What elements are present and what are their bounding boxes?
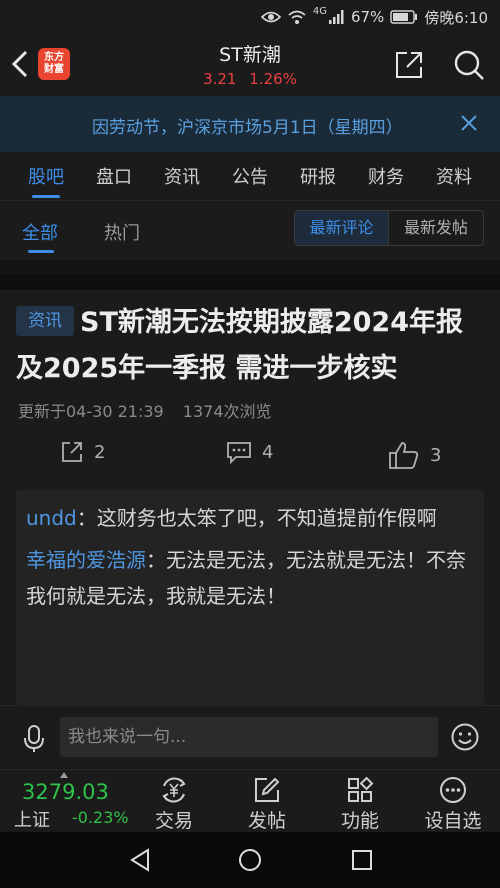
back-button[interactable] (8, 48, 32, 80)
like-count: 3 (430, 444, 442, 466)
trade-label: 交易 (154, 810, 193, 832)
emoji-button[interactable] (450, 722, 480, 752)
post-card[interactable]: ST新潮无法按期披露2024年报及2025年一季报 需进一步核实 资讯 更新于0… (0, 290, 500, 705)
tab-pankou[interactable]: 盘口 (80, 152, 148, 200)
new-post-label: 发帖 (247, 810, 286, 832)
comment-user[interactable]: undd (26, 506, 77, 530)
stock-quote: 3.21 1.26% (150, 70, 350, 88)
add-watchlist-label: 设自选 (424, 810, 482, 832)
share-action[interactable]: 2 (60, 440, 105, 464)
eye-icon (260, 10, 281, 24)
battery-percent: 67% (350, 8, 385, 26)
network-type: 4G (312, 6, 327, 17)
like-action[interactable]: 3 (388, 440, 441, 470)
back-arrow-icon (11, 50, 28, 78)
stock-name: ST新潮 (219, 44, 281, 66)
tab-finance[interactable]: 财务 (352, 152, 420, 200)
post-title[interactable]: ST新潮无法按期披露2024年报及2025年一季报 需进一步核实 (16, 300, 484, 392)
comment-input-bar (0, 705, 500, 769)
index-change: -0.23% (72, 808, 129, 827)
trade-button[interactable]: 交易 (139, 776, 209, 833)
clock: 傍晚6:10 (424, 8, 488, 27)
post-tag: 资讯 (16, 306, 74, 336)
comment-item[interactable]: undd：这财务也太笨了吧，不知道提前作假啊 (26, 500, 474, 536)
comment-icon (227, 442, 251, 464)
post-meta: 更新于04-30 21:39 1374次浏览 (18, 398, 286, 422)
stock-change-pct: 1.26% (249, 70, 297, 88)
nav-recents-button[interactable] (350, 848, 374, 872)
sort-latest-post-button[interactable]: 最新发帖 (389, 211, 483, 245)
tab-news[interactable]: 资讯 (148, 152, 216, 200)
holiday-notice[interactable]: 因劳动节，沪深京市场5月1日（星期四） (0, 96, 500, 152)
functions-label: 功能 (340, 810, 379, 832)
comment-user[interactable]: 幸福的爱浩源 (26, 548, 146, 572)
bottom-toolbar: 3279.03 上证 -0.23% 交易 发帖 功能 设自选 (0, 769, 500, 832)
status-bar: 4G 67% 傍晚6:10 (0, 0, 500, 34)
comment-action[interactable]: 4 (226, 440, 273, 464)
tab-profile[interactable]: 资料 (420, 152, 488, 200)
system-nav-bar (0, 832, 500, 888)
square-recents-icon (352, 850, 372, 870)
comment-text: ：这财务也太笨了吧，不知道提前作假啊 (76, 506, 437, 530)
caret-up-icon (60, 772, 68, 778)
subtab-all[interactable]: 全部 (22, 219, 58, 245)
tab-research[interactable]: 研报 (284, 152, 352, 200)
post-actions: 2 4 3 (0, 440, 500, 470)
comment-input[interactable] (60, 717, 438, 757)
microphone-icon (24, 725, 44, 752)
index-name: 上证 (14, 810, 50, 831)
comment-item[interactable]: 幸福的爱浩源：无法是无法，无法就是无法！不奈我何就是无法，我就是无法！ (26, 542, 474, 614)
subtab-indicator (28, 250, 54, 253)
search-icon (454, 50, 484, 80)
circle-home-icon (239, 849, 261, 871)
share-icon (62, 442, 82, 462)
post-views: 1374次浏览 (182, 402, 272, 421)
triangle-back-icon (130, 848, 149, 872)
comment-count: 4 (262, 441, 274, 463)
stock-price: 3.21 (203, 70, 237, 88)
thumbs-up-icon (389, 442, 419, 469)
tab-announcements[interactable]: 公告 (216, 152, 284, 200)
stock-header: 东方 财富 ST新潮 3.21 1.26% (0, 34, 500, 96)
share-count: 2 (94, 441, 106, 463)
add-watchlist-button[interactable]: 设自选 (418, 776, 488, 833)
yen-exchange-icon (162, 777, 186, 803)
app-logo: 东方 财富 (38, 48, 70, 80)
search-button[interactable] (452, 48, 486, 82)
share-button[interactable] (394, 50, 424, 80)
comment-preview: undd：这财务也太笨了吧，不知道提前作假啊 幸福的爱浩源：无法是无法，无法就是… (16, 490, 484, 705)
functions-button[interactable]: 功能 (325, 776, 395, 833)
wifi-icon (287, 9, 307, 25)
index-value: 3279.03 (22, 780, 109, 804)
post-updated-time: 更新于04-30 21:39 (18, 402, 164, 421)
close-icon (461, 115, 477, 131)
main-tabs: 股吧 盘口 资讯 公告 研报 财务 资料 (0, 152, 500, 200)
notice-text: 因劳动节，沪深京市场5月1日（星期四） (92, 118, 403, 138)
sort-toggle: 最新评论 最新发帖 (294, 210, 484, 246)
more-circle-icon (440, 777, 466, 803)
grid-icon (348, 776, 374, 802)
sort-latest-comment-button[interactable]: 最新评论 (295, 211, 389, 245)
battery-icon (390, 10, 418, 24)
nav-back-button[interactable] (128, 848, 152, 872)
edit-icon (255, 777, 280, 802)
signal-icon (328, 10, 345, 24)
nav-home-button[interactable] (238, 848, 262, 872)
divider (0, 274, 500, 290)
share-icon (396, 52, 422, 78)
voice-input-button[interactable] (22, 724, 46, 754)
emoji-icon (451, 723, 479, 751)
new-post-button[interactable]: 发帖 (232, 776, 302, 833)
subtab-hot[interactable]: 热门 (104, 219, 140, 245)
notice-close-button[interactable] (458, 112, 480, 134)
tab-guba[interactable]: 股吧 (12, 152, 80, 200)
